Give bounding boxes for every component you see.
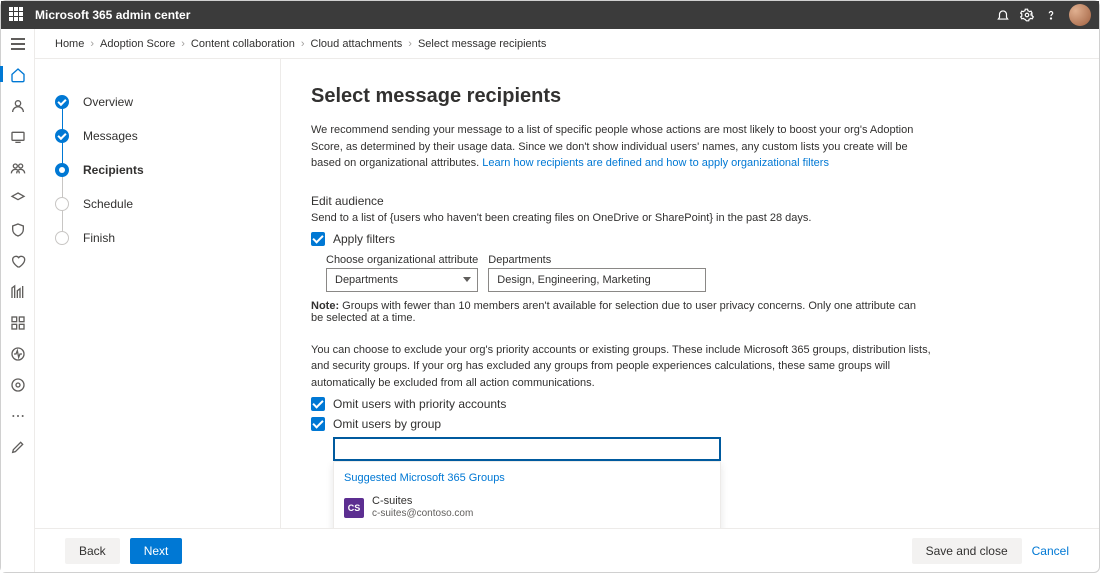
left-nav-rail [1,29,35,572]
intro-text: We recommend sending your message to a l… [311,122,931,172]
admin-icon[interactable] [9,376,27,394]
breadcrumb-item[interactable]: Home [55,38,84,50]
nav-menu-icon[interactable] [9,35,27,53]
back-button[interactable]: Back [65,538,120,564]
wizard-step[interactable]: Overview [55,85,280,119]
app-launcher-icon[interactable] [9,7,25,23]
wizard-step[interactable]: Messages [55,119,280,153]
more-icon[interactable] [9,407,27,425]
main-panel: Select message recipients We recommend s… [281,59,1099,528]
users-icon[interactable] [9,97,27,115]
cancel-link[interactable]: Cancel [1032,544,1069,558]
breadcrumb-item[interactable]: Adoption Score [100,38,175,50]
privacy-note: Note: Groups with fewer than 10 members … [311,300,931,324]
breadcrumb: Home › Adoption Score › Content collaboratio… [35,29,1099,59]
step-label: Finish [83,231,115,245]
edit-audience-heading: Edit audience [311,194,1069,208]
wizard-step[interactable]: Finish [55,221,280,255]
chevron-right-icon: › [90,38,94,50]
wizard-step[interactable]: Schedule [55,187,280,221]
apply-filters-checkbox[interactable]: Apply filters [311,232,1069,246]
omit-priority-label: Omit users with priority accounts [333,397,506,411]
step-indicator-icon [55,197,69,211]
wizard-steps: Overview Messages Recipients Schedule Finish [35,59,281,528]
learn-link[interactable]: Learn how recipients are defined and how… [482,157,829,169]
chevron-right-icon: › [181,38,185,50]
step-label: Recipients [83,163,144,177]
billing-icon[interactable] [9,190,27,208]
checkbox-icon [311,397,325,411]
notifications-icon[interactable] [991,8,1015,22]
chevron-down-icon [463,277,471,282]
exclude-paragraph: You can choose to exclude your org's pri… [311,342,931,392]
step-indicator-icon [55,231,69,245]
group-avatar-icon: CS [344,498,364,518]
wizard-step[interactable]: Recipients [55,153,280,187]
reports-icon[interactable] [9,283,27,301]
apps-icon[interactable] [9,314,27,332]
devices-icon[interactable] [9,128,27,146]
help-icon[interactable] [1039,8,1063,22]
health-icon[interactable] [9,345,27,363]
page-title: Select message recipients [311,85,1069,108]
breadcrumb-item[interactable]: Content collaboration [191,38,295,50]
departments-label: Departments [488,254,706,266]
omit-group-checkbox[interactable]: Omit users by group [311,417,1069,431]
settings-icon[interactable] [1015,8,1039,22]
apply-filters-label: Apply filters [333,232,395,246]
groups-icon[interactable] [9,159,27,177]
save-close-button[interactable]: Save and close [912,538,1022,564]
omit-priority-checkbox[interactable]: Omit users with priority accounts [311,397,1069,411]
step-indicator-icon [55,163,69,177]
step-indicator-icon [55,129,69,143]
omit-group-label: Omit users by group [333,417,441,431]
shield-icon[interactable] [9,221,27,239]
chevron-right-icon: › [301,38,305,50]
breadcrumb-item[interactable]: Cloud attachments [311,38,403,50]
suggestion-name: C-suites [372,495,473,508]
home-icon[interactable] [9,66,27,84]
departments-select[interactable]: Design, Engineering, Marketing [488,268,706,292]
step-label: Overview [83,95,133,109]
wizard-footer: Back Next Save and close Cancel [35,528,1099,572]
checkbox-icon [311,417,325,431]
suggestions-header: Suggested Microsoft 365 Groups [334,462,720,490]
next-button[interactable]: Next [130,538,183,564]
org-attribute-label: Choose organizational attribute [326,254,478,266]
checkbox-icon [311,232,325,246]
step-indicator-icon [55,95,69,109]
chevron-right-icon: › [408,38,412,50]
suggestion-item[interactable]: NAFTEs North AmericaFTEnorthamer@contoso… [334,525,720,528]
group-search-input[interactable] [333,437,721,461]
app-title: Microsoft 365 admin center [35,8,190,22]
suggestion-email: c-suites@contoso.com [372,508,473,520]
user-avatar[interactable] [1069,4,1091,26]
title-bar: Microsoft 365 admin center [1,1,1099,29]
edit-icon[interactable] [9,438,27,456]
org-attribute-select[interactable]: Departments [326,268,478,292]
breadcrumb-item[interactable]: Select message recipients [418,38,546,50]
edit-audience-sub: Send to a list of {users who haven't bee… [311,212,1069,224]
step-label: Schedule [83,197,133,211]
suggestion-item[interactable]: CS C-suitesc-suites@contoso.com [334,490,720,525]
heart-icon[interactable] [9,252,27,270]
step-label: Messages [83,129,138,143]
suggestions-dropdown: Suggested Microsoft 365 Groups CS C-suite… [333,461,721,528]
